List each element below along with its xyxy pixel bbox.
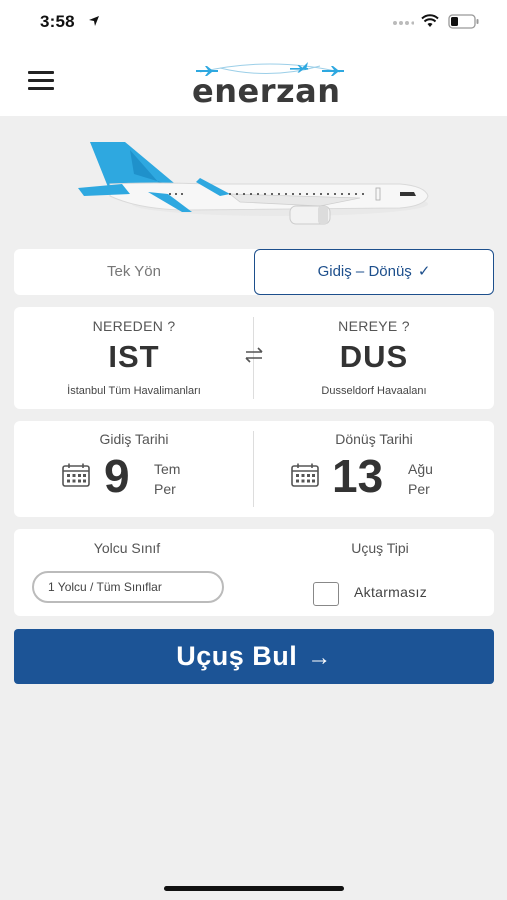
tab-one-way-label: Tek Yön [107,263,161,280]
tab-one-way[interactable]: Tek Yön [14,249,254,295]
origin-code: IST [108,339,160,374]
destination-selector[interactable]: NEREYE ? DUS Dusseldorf Havaalanı [254,307,494,397]
checkmark-icon: ✓ [417,263,431,280]
destination-airport-name: Dusseldorf Havaalanı [321,385,427,397]
app-header: enerzan [0,44,507,116]
home-indicator [164,886,344,891]
calendar-icon [62,463,90,487]
departure-weekday: Per [154,481,176,497]
wifi-icon [421,14,439,27]
departure-day: 9 [104,450,130,502]
status-time: 3:58 [40,12,75,31]
nonstop-checkbox-label[interactable]: Aktarmasız [354,584,427,600]
hamburger-menu-icon[interactable] [28,71,54,91]
return-month: Ağu [408,461,433,477]
enerzan-logo: enerzan [190,58,350,110]
return-date-label: Dönüş Tarihi [335,431,413,447]
route-card: NEREDEN ? IST İstanbul Tüm Havalimanları… [14,307,494,409]
status-bar: 3:58 [0,0,507,44]
origin-airport-name: İstanbul Tüm Havalimanları [67,385,201,397]
location-arrow-icon [89,16,99,26]
passenger-class-label: Yolcu Sınıf [93,540,161,556]
destination-code: DUS [339,339,409,374]
arrow-right-icon: → [307,644,332,671]
tab-round-trip[interactable]: Gidiş – Dönüş ✓ [254,249,494,295]
destination-label: NEREYE ? [338,318,410,334]
airplane-illustration [78,142,429,225]
find-flights-label: Uçuş Bul [176,641,298,671]
nonstop-checkbox[interactable] [313,582,339,606]
return-day: 13 [332,450,384,502]
flight-type-label: Uçuş Tipi [351,540,409,556]
origin-label: NEREDEN ? [92,318,176,334]
departure-date-label: Gidiş Tarihi [99,431,169,447]
battery-icon [448,14,479,29]
logo-text: enerzan [192,72,341,110]
calendar-icon [291,463,319,487]
origin-selector[interactable]: NEREDEN ? IST İstanbul Tüm Havalimanları [14,307,254,397]
cellular-signal-icon [393,21,414,25]
passenger-options-card: Yolcu Sınıf 1 Yolcu / Tüm Sınıflar Uçuş … [14,529,494,616]
trip-type-toggle: Tek Yön Gidiş – Dönüş ✓ [14,249,494,295]
return-weekday: Per [408,481,430,497]
passenger-class-select[interactable]: 1 Yolcu / Tüm Sınıflar [32,571,224,603]
find-flights-button[interactable]: Uçuş Bul → [14,629,494,684]
tab-round-trip-label: Gidiş – Dönüş [317,263,412,280]
dates-card: Gidiş Tarihi 9 Tem Per Dönüş Tarihi 13 A… [14,421,494,517]
departure-month: Tem [154,461,181,477]
